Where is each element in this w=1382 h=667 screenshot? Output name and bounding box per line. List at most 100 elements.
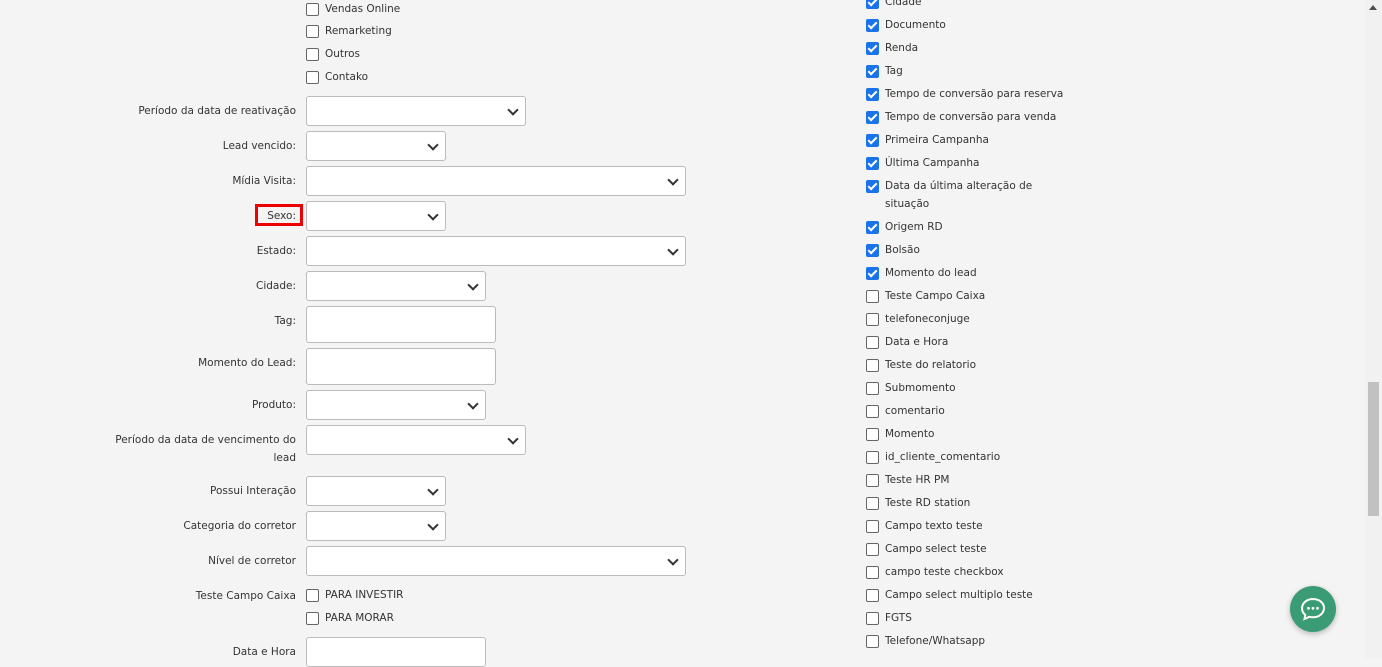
column-checkbox-item[interactable]: campo teste checkbox [866, 563, 1004, 581]
checkbox-box[interactable] [866, 290, 879, 303]
column-checkbox-item[interactable]: Telefone/Whatsapp [866, 632, 985, 650]
data-hora-input[interactable] [306, 637, 486, 667]
column-checkbox-item[interactable]: Última Campanha [866, 154, 979, 172]
checkbox-box[interactable] [306, 47, 319, 61]
column-checkbox-item[interactable]: Tempo de conversão para reserva [866, 85, 1063, 103]
checkbox-contako[interactable]: Contako [306, 68, 368, 86]
scrollbar[interactable] [1365, 0, 1382, 659]
checkbox-box[interactable] [866, 543, 879, 556]
select-estado[interactable] [306, 236, 686, 266]
column-checkbox-item[interactable]: Teste do relatorio [866, 356, 976, 374]
column-checkbox-item[interactable]: Teste HR PM [866, 471, 949, 489]
checkbox-label: Campo texto teste [885, 517, 983, 535]
label-line: Data da última alteração de [885, 180, 1033, 192]
checkbox-label: comentario [885, 402, 945, 420]
checkbox-box[interactable] [866, 134, 879, 147]
checkbox-box[interactable] [866, 474, 879, 487]
checkbox-box[interactable] [866, 589, 879, 602]
label-line: Teste RD station [885, 497, 971, 509]
checkbox-label: id_cliente_comentario [885, 448, 1000, 466]
chevron-down-icon [427, 484, 439, 496]
column-checkbox-item[interactable]: Bolsão [866, 241, 920, 259]
column-checkbox-item[interactable]: telefoneconjuge [866, 310, 970, 328]
select-midia-visita[interactable] [306, 166, 686, 196]
momento-lead-input[interactable] [306, 348, 496, 385]
column-checkbox-item[interactable]: Teste RD station [866, 494, 970, 512]
checkbox-box[interactable] [866, 566, 879, 579]
column-checkbox-item[interactable]: Documento [866, 16, 946, 34]
column-checkbox-item[interactable]: Renda [866, 39, 918, 57]
checkbox-box[interactable] [866, 451, 879, 464]
column-checkbox-item[interactable]: Data e Hora [866, 333, 948, 351]
checkbox-box[interactable] [866, 65, 879, 78]
select-possui-interacao[interactable] [306, 476, 446, 506]
checkbox-label: Teste HR PM [885, 471, 949, 489]
select-cidade[interactable] [306, 271, 486, 301]
checkbox-box[interactable] [866, 612, 879, 625]
checkbox-box[interactable] [866, 42, 879, 55]
checkbox-box[interactable] [866, 180, 879, 193]
checkbox-box[interactable] [306, 2, 319, 16]
checkbox-label: FGTS [885, 609, 912, 627]
checkbox-vendas-online[interactable]: Vendas Online [306, 0, 400, 18]
checkbox-label: Campo select multiplo teste [885, 586, 1033, 604]
select-sexo[interactable] [306, 201, 446, 231]
column-checkbox-item[interactable]: Momento [866, 425, 934, 443]
column-checkbox-item[interactable]: Campo select multiplo teste [866, 586, 1033, 604]
column-checkbox-item[interactable]: Tempo de conversão para venda [866, 108, 1056, 126]
checkbox-label: Teste RD station [885, 494, 970, 512]
checkbox-box[interactable] [306, 588, 319, 602]
column-checkbox-item[interactable]: Teste Campo Caixa [866, 287, 985, 305]
column-checkbox-item[interactable]: Momento do lead [866, 264, 977, 282]
scrollbar-thumb[interactable] [1368, 382, 1379, 516]
checkbox-box[interactable] [866, 405, 879, 418]
scroll-up-icon[interactable] [1369, 5, 1377, 10]
checkbox-box[interactable] [306, 70, 319, 84]
select-produto[interactable] [306, 390, 486, 420]
select-categoria-corretor[interactable] [306, 511, 446, 541]
checkbox-box[interactable] [306, 611, 319, 625]
tag-input[interactable] [306, 306, 496, 343]
select-nivel-corretor[interactable] [306, 546, 686, 576]
checkbox-box[interactable] [866, 313, 879, 326]
select-periodo-reativacao[interactable] [306, 96, 526, 126]
column-checkbox-item[interactable]: Tag [866, 62, 903, 80]
checkbox-box[interactable] [866, 520, 879, 533]
chat-button[interactable] [1290, 586, 1336, 632]
column-checkbox-item[interactable]: comentario [866, 402, 945, 420]
checkbox-box[interactable] [866, 88, 879, 101]
column-checkbox-item[interactable]: Primeira Campanha [866, 131, 989, 149]
chevron-down-icon [667, 554, 679, 566]
checkbox-box[interactable] [866, 0, 879, 9]
checkbox-box[interactable] [866, 19, 879, 32]
column-checkbox-item[interactable]: FGTS [866, 609, 912, 627]
checkbox-box[interactable] [866, 267, 879, 280]
checkbox-outros[interactable]: Outros [306, 45, 360, 63]
column-checkbox-item[interactable]: id_cliente_comentario [866, 448, 1000, 466]
select-periodo-vencimento[interactable] [306, 425, 526, 455]
column-checkbox-item[interactable]: Data da última alteração de situação [866, 177, 1032, 213]
checkbox-para-morar[interactable]: PARA MORAR [306, 609, 394, 627]
checkbox-box[interactable] [866, 244, 879, 257]
select-lead-vencido[interactable] [306, 131, 446, 161]
checkbox-box[interactable] [866, 336, 879, 349]
column-checkbox-item[interactable]: Campo select teste [866, 540, 987, 558]
checkbox-box[interactable] [866, 157, 879, 170]
checkbox-box[interactable] [866, 221, 879, 234]
checkbox-para-investir[interactable]: PARA INVESTIR [306, 586, 403, 604]
checkbox-box[interactable] [866, 359, 879, 372]
checkbox-box[interactable] [866, 111, 879, 124]
column-checkbox-item[interactable]: Origem RD [866, 218, 943, 236]
column-checkbox-item[interactable]: Cidade [866, 0, 921, 11]
checkbox-box[interactable] [866, 497, 879, 510]
checkbox-box[interactable] [866, 382, 879, 395]
column-checkbox-item[interactable]: Campo texto teste [866, 517, 983, 535]
checkbox-remarketing[interactable]: Remarketing [306, 22, 392, 40]
checkbox-box[interactable] [866, 635, 879, 648]
checkbox-box[interactable] [866, 428, 879, 441]
checkbox-label: Data e Hora [885, 333, 948, 351]
checkbox-label: Momento do lead [885, 264, 977, 282]
label-line: Primeira Campanha [885, 134, 989, 146]
column-checkbox-item[interactable]: Submomento [866, 379, 956, 397]
checkbox-box[interactable] [306, 24, 319, 38]
